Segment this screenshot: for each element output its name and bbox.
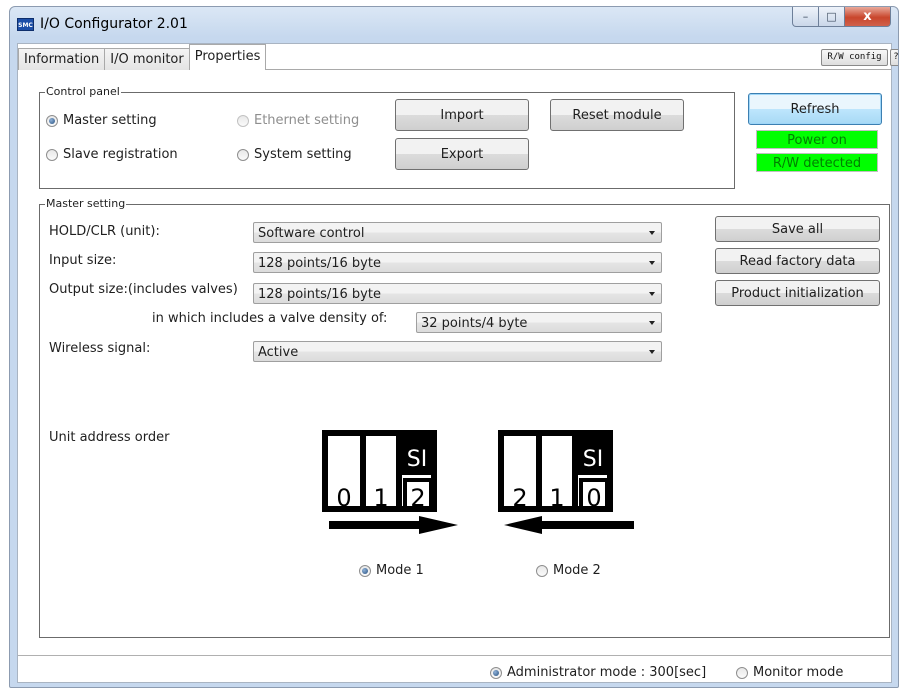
help-button[interactable]: ? (890, 49, 898, 66)
radio-dot (46, 114, 58, 127)
mode1-si-label: SI (407, 447, 427, 472)
monitor-mode-label: Monitor mode (753, 665, 844, 680)
input-size-select[interactable]: 128 points/16 byte (253, 252, 662, 273)
wireless-signal-value: Active (258, 345, 299, 360)
mode2-diagram: SI 2 1 0 (498, 430, 640, 542)
unit-address-order-label: Unit address order (49, 430, 170, 445)
control-panel-label: Control panel (45, 85, 121, 99)
chevron-down-icon (649, 350, 655, 354)
mode1-slot-2: 2 (410, 484, 425, 512)
minimize-button[interactable]: – (792, 7, 819, 27)
mode2-slot-0: 2 (512, 484, 527, 512)
mode1-radio[interactable]: Mode 1 (359, 563, 424, 578)
mode1-label: Mode 1 (376, 563, 424, 578)
minimize-icon: – (802, 10, 809, 23)
tab-properties[interactable]: Properties (188, 44, 267, 70)
tab-io-monitor[interactable]: I/O monitor (104, 48, 190, 70)
administrator-mode-radio[interactable]: Administrator mode : 300[sec] (490, 665, 706, 680)
hold-clr-select[interactable]: Software control (253, 222, 662, 243)
radio-dot (46, 148, 58, 161)
product-initialization-button[interactable]: Product initialization (715, 280, 880, 306)
slave-registration-radio[interactable]: Slave registration (46, 147, 178, 162)
mode2-si-label: SI (583, 447, 603, 472)
hold-clr-value: Software control (258, 226, 365, 241)
mode1-slot-0: 0 (336, 484, 351, 512)
administrator-mode-label: Administrator mode : 300[sec] (507, 665, 707, 680)
radio-dot (359, 564, 371, 577)
window-controls: – □ x (792, 7, 891, 27)
valve-density-label: in which includes a valve density of: (152, 311, 388, 326)
arrow-right-icon (419, 516, 458, 534)
arrow-left-icon (504, 516, 542, 534)
mode2-slot-2: 0 (586, 484, 601, 512)
chevron-down-icon (649, 292, 655, 296)
app-logo-icon: SMC (17, 18, 34, 31)
ethernet-setting-label: Ethernet setting (254, 113, 360, 128)
valve-density-value: 32 points/4 byte (421, 316, 528, 331)
system-setting-radio[interactable]: System setting (237, 147, 352, 162)
master-setting-radio[interactable]: Master setting (46, 113, 157, 128)
client-area: Information I/O monitor Properties R/W c… (17, 43, 898, 683)
radio-dot (237, 114, 249, 127)
import-button[interactable]: Import (395, 99, 529, 131)
rw-config-button[interactable]: R/W config (821, 49, 888, 66)
reset-module-button[interactable]: Reset module (550, 99, 684, 131)
slave-registration-label: Slave registration (63, 147, 178, 162)
close-icon: x (863, 9, 872, 24)
export-button[interactable]: Export (395, 138, 529, 170)
mode2-radio[interactable]: Mode 2 (536, 563, 601, 578)
radio-dot (490, 666, 502, 679)
close-button[interactable]: x (845, 7, 891, 27)
chevron-down-icon (649, 231, 655, 235)
title-bar: SMC I/O Configurator 2.01 – □ x (10, 7, 898, 43)
monitor-mode-radio[interactable]: Monitor mode (736, 665, 843, 680)
maximize-button[interactable]: □ (819, 7, 845, 27)
system-setting-label: System setting (254, 147, 352, 162)
app-window: SMC I/O Configurator 2.01 – □ x Informat… (9, 6, 899, 688)
power-status-indicator: Power on (756, 130, 878, 149)
save-all-button[interactable]: Save all (715, 216, 880, 242)
hold-clr-label: HOLD/CLR (unit): (49, 224, 160, 239)
radio-dot (736, 666, 748, 679)
radio-dot (237, 148, 249, 161)
chevron-down-icon (649, 321, 655, 325)
input-size-label: Input size: (49, 253, 117, 268)
ethernet-setting-radio[interactable]: Ethernet setting (237, 113, 359, 128)
input-size-value: 128 points/16 byte (258, 256, 381, 271)
maximize-icon: □ (826, 10, 837, 23)
window-title: I/O Configurator 2.01 (40, 16, 188, 32)
mode1-diagram: SI 0 1 2 (322, 430, 464, 542)
output-size-select[interactable]: 128 points/16 byte (253, 283, 662, 304)
mode1-slot-1: 1 (373, 484, 388, 512)
output-size-label: Output size:(includes valves) (49, 282, 238, 297)
output-size-value: 128 points/16 byte (258, 287, 381, 302)
mode2-label: Mode 2 (553, 563, 601, 578)
valve-density-select[interactable]: 32 points/4 byte (416, 312, 662, 333)
read-factory-data-button[interactable]: Read factory data (715, 248, 880, 274)
tab-information[interactable]: Information (18, 48, 106, 70)
mode2-slot-1: 1 (549, 484, 564, 512)
chevron-down-icon (649, 261, 655, 265)
master-setting-group-label: Master setting (45, 197, 127, 211)
master-setting-label: Master setting (63, 113, 157, 128)
status-bar-divider (18, 655, 891, 656)
tab-strip: Information I/O monitor Properties (18, 44, 267, 70)
refresh-button[interactable]: Refresh (748, 93, 882, 125)
wireless-signal-label: Wireless signal: (49, 341, 151, 356)
radio-dot (536, 564, 548, 577)
wireless-signal-select[interactable]: Active (253, 341, 662, 362)
rw-status-indicator: R/W detected (756, 153, 878, 172)
